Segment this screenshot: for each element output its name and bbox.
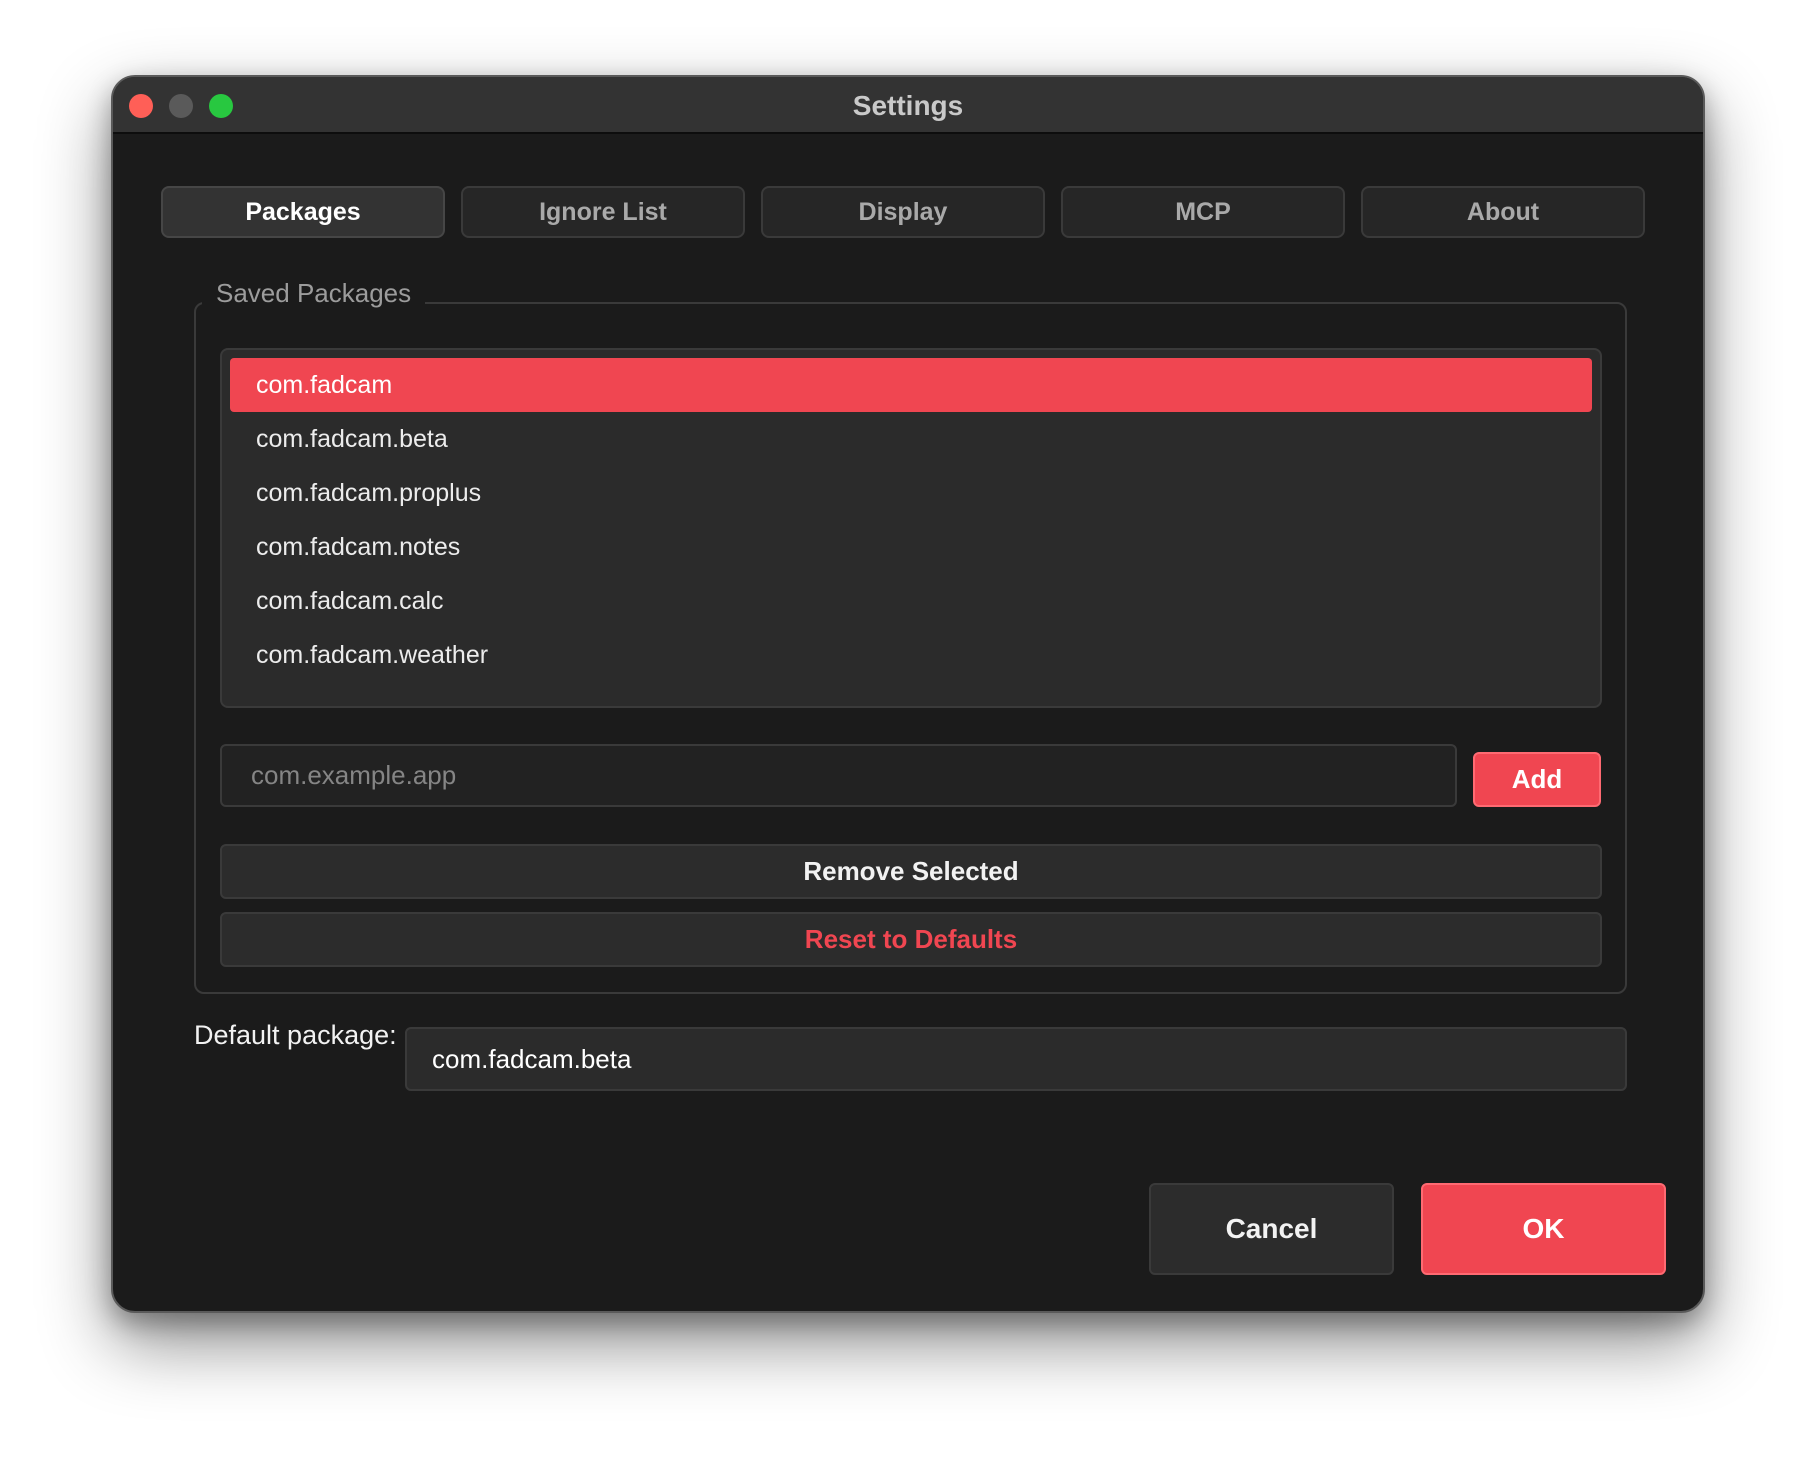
tab-about[interactable]: About [1361,186,1645,238]
tab-ignore-list[interactable]: Ignore List [461,186,745,238]
list-item[interactable]: com.fadcam [230,358,1592,412]
tab-packages[interactable]: Packages [161,186,445,238]
cancel-button[interactable]: Cancel [1149,1183,1394,1275]
list-item[interactable]: com.fadcam.calc [230,574,1592,628]
window-title: Settings [852,90,964,121]
settings-window: Settings Packages Ignore List Display MC… [111,75,1705,1313]
list-item[interactable]: com.fadcam.notes [230,520,1592,574]
list-item[interactable]: com.fadcam.beta [230,412,1592,466]
reset-to-defaults-button[interactable]: Reset to Defaults [220,912,1602,967]
title-bar: Settings [113,77,1703,134]
remove-selected-button[interactable]: Remove Selected [220,844,1602,899]
ok-button[interactable]: OK [1421,1183,1666,1275]
tab-mcp[interactable]: MCP [1061,186,1345,238]
default-package-field[interactable]: com.fadcam.beta [405,1027,1627,1091]
list-item[interactable]: com.fadcam.proplus [230,466,1592,520]
add-button[interactable]: Add [1473,752,1601,807]
saved-packages-list[interactable]: com.fadcam com.fadcam.beta com.fadcam.pr… [220,348,1602,708]
saved-packages-legend: Saved Packages [202,273,426,313]
list-item[interactable]: com.fadcam.weather [230,628,1592,682]
package-name-input[interactable]: com.example.app [220,744,1457,807]
default-package-label: Default package: [194,1020,397,1050]
tab-display[interactable]: Display [761,186,1045,238]
